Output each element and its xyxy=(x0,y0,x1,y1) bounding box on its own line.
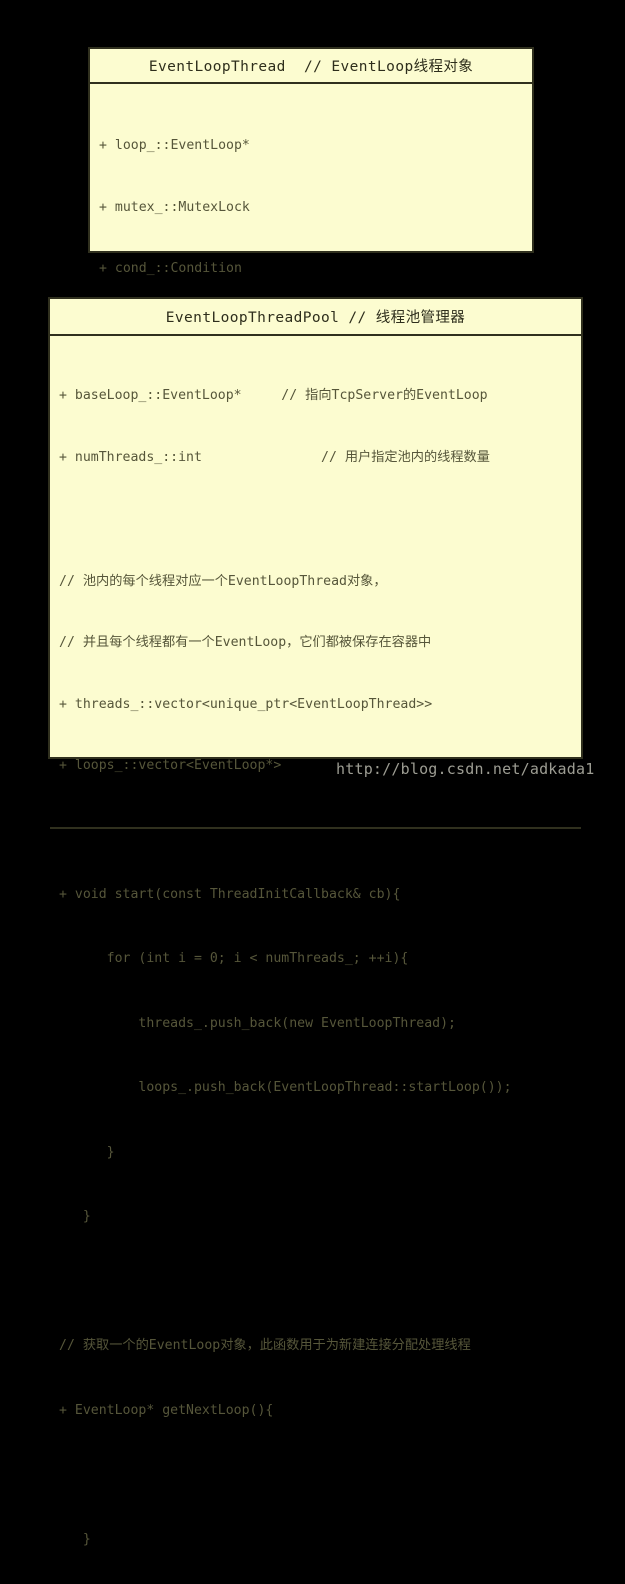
class-title-eventloopthreadpool: EventLoopThreadPool // 线程池管理器 xyxy=(50,299,581,336)
method-line: } xyxy=(59,1142,571,1164)
comment-line: // 获取一个的EventLoop对象，此函数用于为新建连接分配处理线程 xyxy=(59,1335,571,1357)
method-line: + EventLoop* getNextLoop(){ xyxy=(59,1400,571,1422)
attribute-line: + threads_::vector<unique_ptr<EventLoopT… xyxy=(59,695,571,716)
comment-line: // 池内的每个线程对应一个EventLoopThread对象， xyxy=(59,572,571,593)
spacer-line xyxy=(59,1271,571,1293)
watermark-text: http://blog.csdn.net/adkada1 xyxy=(336,760,594,778)
method-line: + void start(const ThreadInitCallback& c… xyxy=(59,884,571,906)
class-title-eventloopthread: EventLoopThread // EventLoop线程对象 xyxy=(90,49,532,84)
spacer-line xyxy=(59,509,571,531)
class-box-eventloopthreadpool: EventLoopThreadPool // 线程池管理器 + baseLoop… xyxy=(48,297,583,759)
method-line: threads_.push_back(new EventLoopThread); xyxy=(59,1013,571,1035)
comment-line: // 并且每个线程都有一个EventLoop，它们都被保存在容器中 xyxy=(59,633,571,654)
attribute-line: + baseLoop_::EventLoop* // 指向TcpServer的E… xyxy=(59,386,571,407)
attribute-line: + mutex_::MutexLock xyxy=(99,198,522,219)
attribute-line: + numThreads_::int // 用户指定池内的线程数量 xyxy=(59,448,571,469)
method-line: for (int i = 0; i < numThreads_; ++i){ xyxy=(59,948,571,970)
method-line: } xyxy=(59,1206,571,1228)
class-methods-eventloopthreadpool: + void start(const ThreadInitCallback& c… xyxy=(50,827,581,1584)
method-line: } xyxy=(59,1529,571,1551)
class-attributes-eventloopthreadpool: + baseLoop_::EventLoop* // 指向TcpServer的E… xyxy=(50,336,581,827)
attribute-line: + cond_::Condition xyxy=(99,259,522,280)
spacer-line xyxy=(59,1464,571,1486)
attribute-line: + loop_::EventLoop* xyxy=(99,136,522,157)
method-line: loops_.push_back(EventLoopThread::startL… xyxy=(59,1077,571,1099)
class-box-eventloopthread: EventLoopThread // EventLoop线程对象 + loop_… xyxy=(88,47,534,253)
